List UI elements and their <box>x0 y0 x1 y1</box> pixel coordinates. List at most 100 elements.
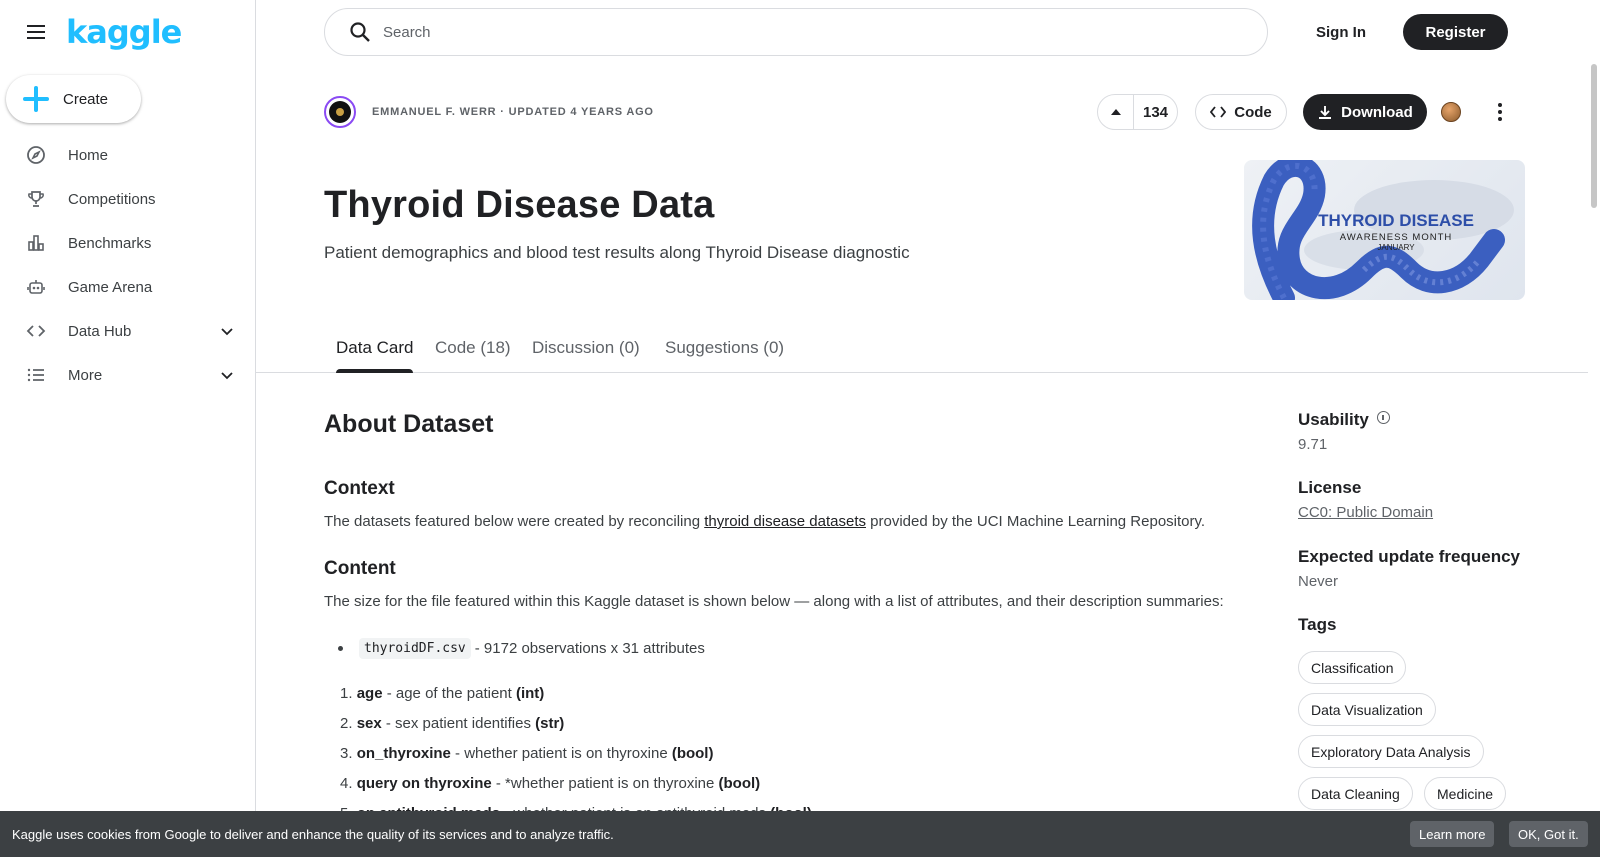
dataset-title: Thyroid Disease Data <box>324 184 715 226</box>
attribute-type: (bool) <box>671 745 714 762</box>
hamburger-menu-icon[interactable] <box>24 20 48 44</box>
sidebar-item-home[interactable]: Home <box>0 133 255 177</box>
compass-icon <box>26 145 46 165</box>
frequency-value: Never <box>1298 573 1339 590</box>
content-paragraph: The size for the file featured within th… <box>324 593 1224 610</box>
sidebar-item-label: Home <box>68 146 109 164</box>
sidebar-item-label: Data Hub <box>68 322 132 340</box>
ok-got-it-button[interactable]: OK, Got it. <box>1509 821 1588 847</box>
attribute-type: (str) <box>535 715 565 732</box>
banner-line-2: AWARENESS MONTH <box>1340 232 1452 243</box>
sidebar-item-data-hub[interactable]: Data Hub <box>0 309 255 353</box>
banner-line-3: JANUARY <box>1377 243 1415 252</box>
download-icon <box>1319 106 1332 119</box>
about-dataset-heading: About Dataset <box>324 410 494 438</box>
tag-chip[interactable]: Data Visualization <box>1298 693 1436 726</box>
content-heading: Content <box>324 558 396 579</box>
chevron-down-icon[interactable] <box>219 323 235 339</box>
create-button-label: Create <box>63 90 109 108</box>
awareness-ribbon-illustration: THYROID DISEASE AWARENESS MONTH JANUARY <box>1252 160 1514 300</box>
sidebar: kaggle Create Home Competitions Benchmar… <box>0 0 256 857</box>
sidebar-item-label: Game Arena <box>68 278 153 296</box>
sign-in-button[interactable]: Sign In <box>1300 14 1382 50</box>
robot-icon <box>26 277 46 297</box>
sidebar-nav: Home Competitions Benchmarks Game Arena <box>0 133 255 397</box>
code-brackets-icon <box>26 321 46 341</box>
trophy-icon <box>26 189 46 209</box>
attribute-description: - sex patient identifies <box>381 715 536 732</box>
code-button[interactable]: Code <box>1195 94 1287 130</box>
attribute-description: - age of the patient <box>382 685 516 702</box>
author-avatar[interactable] <box>324 96 356 128</box>
plus-icon <box>23 86 49 112</box>
sidebar-header: kaggle <box>24 16 182 48</box>
sidebar-item-benchmarks[interactable]: Benchmarks <box>0 221 255 265</box>
tag-chip[interactable]: Classification <box>1298 651 1407 684</box>
context-text-end: provided by the UCI Machine Learning Rep… <box>865 513 1206 530</box>
attribute-item: 2. sex - sex patient identifies (str) <box>340 715 564 732</box>
context-text-start: The datasets featured below were created… <box>324 513 705 530</box>
attribute-name: age <box>356 685 383 702</box>
kaggle-dataset-page: kaggle Create Home Competitions Benchmar… <box>0 0 1600 857</box>
tag-chip[interactable]: Medicine <box>1424 777 1507 810</box>
attribute-number: 1. <box>340 685 353 702</box>
license-heading: License <box>1298 478 1362 497</box>
learn-more-button[interactable]: Learn more <box>1410 821 1495 847</box>
attribute-description: - whether patient is on thyroxine <box>450 745 672 762</box>
sidebar-item-competitions[interactable]: Competitions <box>0 177 255 221</box>
dataset-subtitle: Patient demographics and blood test resu… <box>324 243 910 262</box>
sidebar-item-more[interactable]: More <box>0 353 255 397</box>
bullet-dot <box>338 646 343 651</box>
attribute-type: (int) <box>515 685 545 702</box>
tags-heading: Tags <box>1298 615 1337 634</box>
frequency-heading: Expected update frequency <box>1298 547 1521 566</box>
tab-discussion[interactable]: Discussion (0) <box>532 338 640 372</box>
kaggle-logo[interactable]: kaggle <box>66 16 182 48</box>
attribute-description: - *whether patient is on thyroxine <box>491 775 719 792</box>
usability-label: Usability <box>1298 410 1369 429</box>
sidebar-item-game-arena[interactable]: Game Arena <box>0 265 255 309</box>
tab-code[interactable]: Code (18) <box>435 338 511 372</box>
attribute-name: query on thyroxine <box>356 775 492 792</box>
context-paragraph: The datasets featured below were created… <box>324 513 1205 530</box>
vote-count: 134 <box>1142 103 1169 121</box>
search-placeholder: Search <box>383 23 431 41</box>
attribute-item: 1. age - age of the patient (int) <box>340 685 544 702</box>
download-button[interactable]: Download <box>1303 94 1427 130</box>
usability-value: 9.71 <box>1298 436 1328 453</box>
license-value: CC0: Public Domain <box>1298 504 1433 521</box>
tag-chip[interactable]: Exploratory Data Analysis <box>1298 735 1484 768</box>
bar-chart-icon <box>26 233 46 253</box>
file-bullet-item: thyroidDF.csv - 9172 observations x 31 a… <box>338 638 705 659</box>
tab-data-card[interactable]: Data Card <box>336 338 414 373</box>
search-icon <box>350 22 370 42</box>
file-name-code: thyroidDF.csv <box>359 638 471 659</box>
file-description: - 9172 observations x 31 attributes <box>474 640 705 657</box>
page-scrollbar[interactable] <box>1588 0 1600 857</box>
upvote-button[interactable] <box>1098 95 1134 129</box>
tab-suggestions[interactable]: Suggestions (0) <box>665 338 784 372</box>
thyroid-datasets-link[interactable]: thyroid disease datasets <box>704 513 866 530</box>
scrollbar-thumb[interactable] <box>1591 64 1597 208</box>
register-button[interactable]: Register <box>1403 14 1508 50</box>
attribute-item: 3. on_thyroxine - whether patient is on … <box>340 745 713 762</box>
license-link[interactable]: CC0: Public Domain <box>1298 504 1433 521</box>
list-icon <box>26 365 46 385</box>
tag-chip[interactable]: Data Cleaning <box>1298 777 1413 810</box>
vote-control: 134 <box>1097 94 1178 130</box>
attribute-item: 4. query on thyroxine - *whether patient… <box>340 775 760 792</box>
create-button[interactable]: Create <box>6 75 141 123</box>
banner-line-1: THYROID DISEASE <box>1318 211 1474 230</box>
attribute-name: sex <box>356 715 382 732</box>
dataset-tabs: Data Card Code (18) Discussion (0) Sugge… <box>256 330 1588 373</box>
more-options-icon[interactable] <box>1492 98 1508 126</box>
attribute-number: 4. <box>340 775 353 792</box>
info-icon[interactable] <box>1376 411 1390 424</box>
chevron-down-icon[interactable] <box>219 367 235 383</box>
sidebar-item-label: More <box>68 366 103 384</box>
sidebar-item-label: Competitions <box>68 190 156 208</box>
download-button-label: Download <box>1341 103 1413 121</box>
search-input[interactable]: Search <box>324 8 1268 56</box>
attribute-number: 3. <box>340 745 353 762</box>
usability-heading: Usability <box>1298 410 1390 430</box>
